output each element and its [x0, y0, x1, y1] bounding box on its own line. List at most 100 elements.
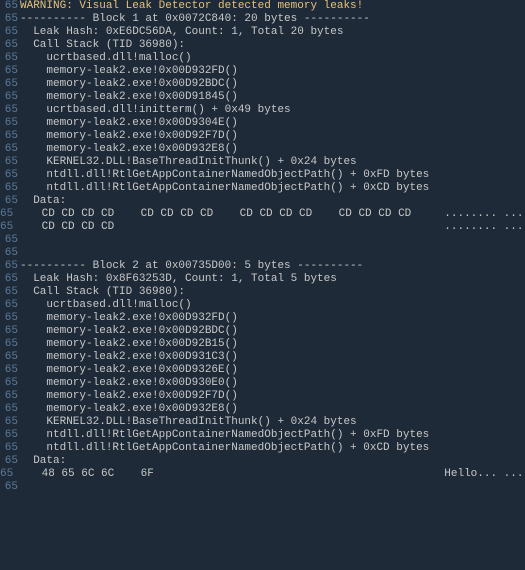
console-line: 65 ntdll.dll!RtlGetAppContainerNamedObje…: [0, 442, 525, 455]
gutter-line-number: 65: [0, 442, 20, 455]
gutter-line-number: 65: [0, 416, 20, 429]
gutter-line-number: 65: [0, 117, 20, 130]
console-line: 65 memory-leak2.exe!0x00D92B15(): [0, 338, 525, 351]
console-line: 65 Call Stack (TID 36980):: [0, 39, 525, 52]
gutter-line-number: 65: [0, 468, 15, 481]
output-text: ucrtbased.dll!initterm() + 0x49 bytes: [20, 104, 525, 117]
console-line: 65---------- Block 1 at 0x0072C840: 20 b…: [0, 13, 525, 26]
output-text: KERNEL32.DLL!BaseThreadInitThunk() + 0x2…: [20, 156, 525, 169]
gutter-line-number: 65: [0, 91, 20, 104]
console-line: 65 CD CD CD CD CD CD CD CD CD CD CD CD C…: [0, 208, 525, 221]
gutter-line-number: 65: [0, 364, 20, 377]
output-text: CD CD CD CD ........ ........: [15, 221, 525, 234]
console-line: 65 Leak Hash: 0x8F63253D, Count: 1, Tota…: [0, 273, 525, 286]
output-text: CD CD CD CD CD CD CD CD CD CD CD CD CD C…: [15, 208, 525, 221]
output-text: KERNEL32.DLL!BaseThreadInitThunk() + 0x2…: [20, 416, 525, 429]
gutter-line-number: 65: [0, 403, 20, 416]
console-line: 65 ucrtbased.dll!malloc(): [0, 299, 525, 312]
gutter-line-number: 65: [0, 429, 20, 442]
console-line: 65 ntdll.dll!RtlGetAppContainerNamedObje…: [0, 182, 525, 195]
gutter-line-number: 65: [0, 312, 20, 325]
output-text: Data:: [20, 195, 525, 208]
output-text: memory-leak2.exe!0x00D91845(): [20, 91, 525, 104]
console-line: 65 ntdll.dll!RtlGetAppContainerNamedObje…: [0, 169, 525, 182]
console-line: 65 memory-leak2.exe!0x00D92F7D(): [0, 130, 525, 143]
gutter-line-number: 65: [0, 52, 20, 65]
console-line: 65: [0, 234, 525, 247]
output-text: [20, 234, 525, 247]
console-line: 65 memory-leak2.exe!0x00D92BDC(): [0, 78, 525, 91]
output-text: memory-leak2.exe!0x00D932FD(): [20, 65, 525, 78]
warning-text: WARNING: Visual Leak Detector detected m…: [20, 0, 525, 13]
gutter-line-number: 65: [0, 390, 20, 403]
gutter-line-number: 65: [0, 299, 20, 312]
console-line: 65 Data:: [0, 195, 525, 208]
output-text: Leak Hash: 0x8F63253D, Count: 1, Total 5…: [20, 273, 525, 286]
output-text: ---------- Block 2 at 0x00735D00: 5 byte…: [20, 260, 525, 273]
output-text: memory-leak2.exe!0x00D9326E(): [20, 364, 525, 377]
console-line: 65: [0, 247, 525, 260]
console-line: 65 ucrtbased.dll!initterm() + 0x49 bytes: [0, 104, 525, 117]
console-line: 65 memory-leak2.exe!0x00D92BDC(): [0, 325, 525, 338]
output-text: ntdll.dll!RtlGetAppContainerNamedObjectP…: [20, 442, 525, 455]
output-text: memory-leak2.exe!0x00D9304E(): [20, 117, 525, 130]
gutter-line-number: 65: [0, 26, 20, 39]
output-text: ---------- Block 1 at 0x0072C840: 20 byt…: [20, 13, 525, 26]
gutter-line-number: 65: [0, 39, 20, 52]
gutter-line-number: 65: [0, 221, 15, 234]
output-text: memory-leak2.exe!0x00D92B15(): [20, 338, 525, 351]
output-text: Leak Hash: 0xE6DC56DA, Count: 1, Total 2…: [20, 26, 525, 39]
console-line: 65 Leak Hash: 0xE6DC56DA, Count: 1, Tota…: [0, 26, 525, 39]
output-text: memory-leak2.exe!0x00D931C3(): [20, 351, 525, 364]
gutter-line-number: 65: [0, 338, 20, 351]
output-text: 48 65 6C 6C 6F Hello... ........: [15, 468, 525, 481]
output-text: Call Stack (TID 36980):: [20, 39, 525, 52]
output-text: memory-leak2.exe!0x00D92BDC(): [20, 325, 525, 338]
output-text: memory-leak2.exe!0x00D932FD(): [20, 312, 525, 325]
gutter-line-number: 65: [0, 247, 20, 260]
console-line: 65 Data:: [0, 455, 525, 468]
console-line: 65 48 65 6C 6C 6F Hello... ........: [0, 468, 525, 481]
console-line: 65 memory-leak2.exe!0x00D9326E(): [0, 364, 525, 377]
output-text: ntdll.dll!RtlGetAppContainerNamedObjectP…: [20, 182, 525, 195]
console-line: 65 ucrtbased.dll!malloc(): [0, 52, 525, 65]
console-line: 65 memory-leak2.exe!0x00D91845(): [0, 91, 525, 104]
output-text: ntdll.dll!RtlGetAppContainerNamedObjectP…: [20, 169, 525, 182]
gutter-line-number: 65: [0, 234, 20, 247]
gutter-line-number: 65: [0, 208, 15, 221]
gutter-line-number: 65: [0, 182, 20, 195]
gutter-line-number: 65: [0, 377, 20, 390]
gutter-line-number: 65: [0, 325, 20, 338]
console-line: 65 KERNEL32.DLL!BaseThreadInitThunk() + …: [0, 416, 525, 429]
console-output: 65WARNING: Visual Leak Detector detected…: [0, 0, 525, 570]
gutter-line-number: 65: [0, 286, 20, 299]
console-line: 65 KERNEL32.DLL!BaseThreadInitThunk() + …: [0, 156, 525, 169]
output-text: memory-leak2.exe!0x00D92F7D(): [20, 390, 525, 403]
output-text: memory-leak2.exe!0x00D932E8(): [20, 403, 525, 416]
console-line: 65 Call Stack (TID 36980):: [0, 286, 525, 299]
gutter-line-number: 65: [0, 195, 20, 208]
output-text: Data:: [20, 455, 525, 468]
gutter-line-number: 65: [0, 273, 20, 286]
console-line: 65 memory-leak2.exe!0x00D932E8(): [0, 143, 525, 156]
console-line: 65 memory-leak2.exe!0x00D931C3(): [0, 351, 525, 364]
gutter-line-number: 65: [0, 481, 20, 494]
console-line: 65WARNING: Visual Leak Detector detected…: [0, 0, 525, 13]
gutter-line-number: 65: [0, 143, 20, 156]
output-text: Call Stack (TID 36980):: [20, 286, 525, 299]
output-text: ucrtbased.dll!malloc(): [20, 299, 525, 312]
gutter-line-number: 65: [0, 260, 20, 273]
gutter-line-number: 65: [0, 65, 20, 78]
gutter-line-number: 65: [0, 78, 20, 91]
console-line: 65 memory-leak2.exe!0x00D932FD(): [0, 65, 525, 78]
output-text: memory-leak2.exe!0x00D92F7D(): [20, 130, 525, 143]
gutter-line-number: 65: [0, 13, 20, 26]
console-line: 65 memory-leak2.exe!0x00D92F7D(): [0, 390, 525, 403]
output-text: [20, 481, 525, 494]
console-line: 65 CD CD CD CD ........ ........: [0, 221, 525, 234]
output-text: [20, 247, 525, 260]
output-text: memory-leak2.exe!0x00D92BDC(): [20, 78, 525, 91]
console-line: 65 memory-leak2.exe!0x00D930E0(): [0, 377, 525, 390]
output-text: memory-leak2.exe!0x00D930E0(): [20, 377, 525, 390]
gutter-line-number: 65: [0, 130, 20, 143]
